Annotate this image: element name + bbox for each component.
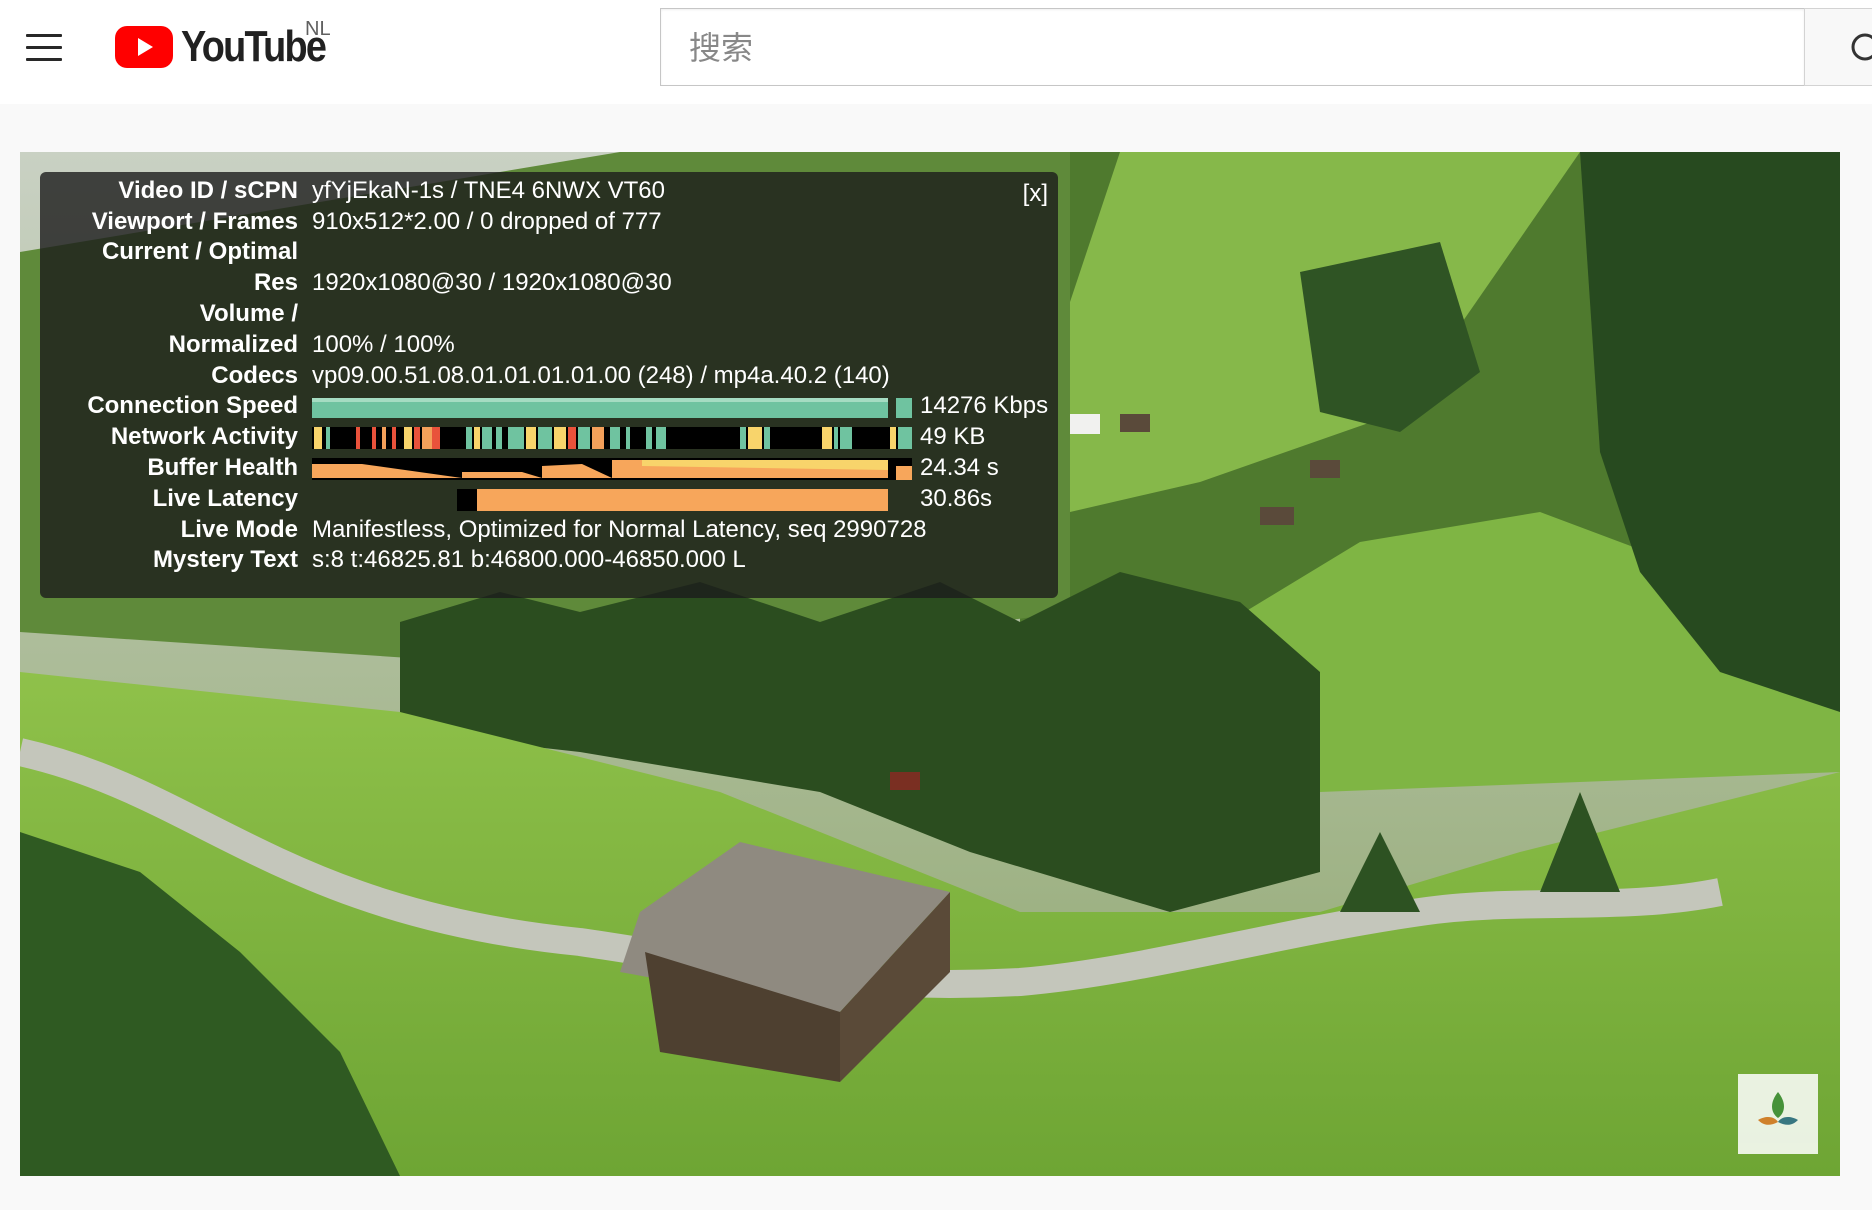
search-icon	[1851, 33, 1872, 61]
stat-value: 49 KB	[920, 423, 986, 450]
stat-row-mystery-text: Mystery Text s:8 t:46825.81 b:46800.000-…	[40, 545, 1058, 575]
stat-row-live-latency: Live Latency 30.86s	[40, 484, 1058, 514]
stat-value: 30.86s	[920, 485, 993, 512]
stat-label: Current / Optimal	[101, 238, 298, 265]
hamburger-icon-line	[26, 58, 62, 61]
stat-row-volume: Volume /	[40, 299, 1058, 329]
stat-value: yfYjEkaN-1s / TNE4 6NWX VT60	[312, 177, 665, 204]
channel-logo-icon	[1758, 1092, 1798, 1125]
stat-value: 1920x1080@30 / 1920x1080@30	[312, 269, 672, 296]
network-activity-graph	[312, 427, 912, 449]
hamburger-icon-line	[26, 34, 62, 37]
stat-label: Live Latency	[152, 485, 298, 512]
stat-label: Connection Speed	[87, 392, 298, 419]
stat-row-live-mode: Live Mode Manifestless, Optimized for No…	[40, 515, 1058, 545]
channel-watermark[interactable]	[1738, 1074, 1818, 1154]
stat-row-network-activity: Network Activity 49 KB	[40, 422, 1058, 452]
stat-row-buffer-health: Buffer Health 24.34 s	[40, 453, 1058, 483]
stat-row-connection-speed: Connection Speed 14276 Kbps	[40, 391, 1058, 421]
stat-value: 14276 Kbps	[920, 392, 1049, 419]
stat-label: Live Mode	[180, 516, 298, 543]
stat-label: Video ID / sCPN	[118, 177, 298, 204]
stat-value: vp09.00.51.08.01.01.01.01.00 (248) / mp4…	[312, 362, 890, 389]
menu-button[interactable]	[18, 26, 70, 70]
youtube-play-icon	[115, 26, 173, 68]
stat-row-normalized: Normalized 100% / 100%	[40, 330, 1058, 360]
stat-label: Volume /	[199, 300, 298, 327]
stat-label: Mystery Text	[153, 546, 298, 573]
video-player[interactable]: [x] Video ID / sCPN yfYjEkaN-1s / TNE4 6…	[20, 152, 1840, 1176]
masthead: YouTube NL	[0, 0, 1872, 104]
stat-value: 910x512*2.00 / 0 dropped of 777	[312, 208, 662, 235]
connection-speed-graph	[312, 398, 912, 418]
stat-row-current-optimal: Current / Optimal	[40, 237, 1058, 267]
stat-label: Viewport / Frames	[91, 208, 298, 235]
stat-value: s:8 t:46825.81 b:46800.000-46850.000 L	[312, 546, 746, 573]
stat-value: 24.34 s	[920, 454, 999, 481]
region-code: NL	[305, 18, 331, 40]
stat-label: Buffer Health	[147, 454, 298, 481]
stat-label: Network Activity	[110, 423, 298, 450]
stat-row-viewport: Viewport / Frames 910x512*2.00 / 0 dropp…	[40, 207, 1058, 237]
stat-label: Res	[253, 269, 298, 296]
stats-for-nerds-panel: [x] Video ID / sCPN yfYjEkaN-1s / TNE4 6…	[40, 172, 1058, 598]
search-button[interactable]	[1804, 8, 1872, 86]
logo-wordmark: YouTube	[181, 22, 327, 71]
stat-row-video-id: Video ID / sCPN yfYjEkaN-1s / TNE4 6NWX …	[40, 176, 1058, 206]
stat-label: Normalized	[168, 331, 298, 358]
stat-label: Codecs	[211, 362, 298, 389]
stat-row-res: Res 1920x1080@30 / 1920x1080@30	[40, 268, 1058, 298]
stat-value: 100% / 100%	[312, 331, 455, 358]
search-input[interactable]	[687, 9, 1791, 87]
stat-row-codecs: Codecs vp09.00.51.08.01.01.01.01.00 (248…	[40, 361, 1058, 391]
live-latency-graph	[457, 489, 888, 511]
search-box[interactable]	[660, 8, 1804, 87]
stat-value: Manifestless, Optimized for Normal Laten…	[312, 516, 927, 543]
buffer-health-graph	[312, 458, 912, 480]
hamburger-icon-line	[26, 46, 62, 49]
